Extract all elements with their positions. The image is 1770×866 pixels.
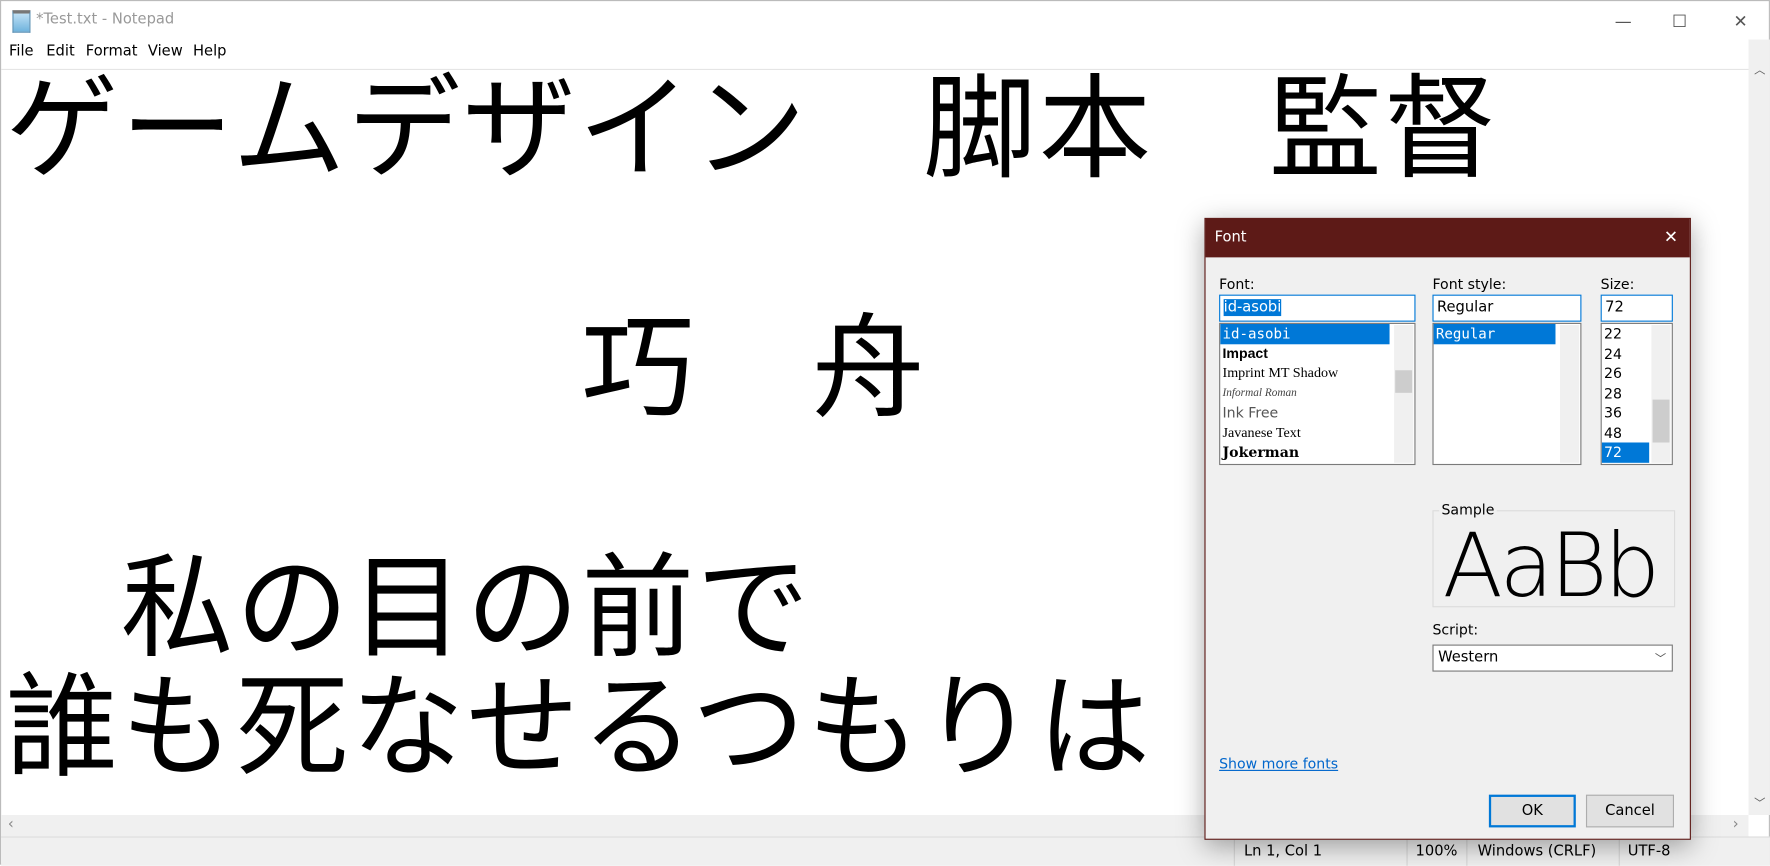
status-bar: Ln 1, Col 1 100% Windows (CRLF) UTF-8 (1, 836, 1770, 866)
dialog-title: Font (1214, 229, 1247, 247)
dialog-title-bar: Font ✕ (1205, 218, 1690, 258)
font-option[interactable]: Impact (1220, 344, 1414, 364)
sample-text: AaBb (1442, 515, 1661, 608)
maximize-button[interactable]: ☐ (1654, 8, 1706, 35)
ok-button[interactable]: OK (1488, 794, 1576, 828)
menu-view[interactable]: View (148, 43, 183, 60)
zoom-level: 100% (1415, 843, 1458, 861)
sample-box: AaBb (1432, 510, 1676, 608)
text-line: 私の目の前で (5, 541, 812, 674)
style-option[interactable]: Regular (1433, 323, 1556, 344)
font-style-label: Font style: (1432, 275, 1507, 293)
font-list-scrollbar[interactable] (1394, 325, 1414, 463)
font-option[interactable]: Jokerman (1220, 442, 1414, 462)
text-line: 巧 舟 (5, 302, 927, 435)
font-option[interactable]: id-asobi (1220, 323, 1390, 344)
line-ending: Windows (CRLF) (1477, 843, 1597, 861)
script-select[interactable]: Western ﹀ (1432, 644, 1673, 672)
title-bar: *Test.txt - Notepad — ☐ ✕ (1, 1, 1770, 39)
menu-bar: File Edit Format View Help (1, 41, 1748, 66)
scroll-down-icon[interactable]: ﹀ (1754, 794, 1765, 810)
size-list[interactable]: 22 24 26 28 36 48 72 (1600, 322, 1673, 466)
scroll-right-icon[interactable]: › (1733, 816, 1739, 833)
font-option[interactable]: Javanese Text (1220, 423, 1414, 443)
menu-edit[interactable]: Edit (46, 43, 74, 60)
size-option[interactable]: 72 (1601, 442, 1650, 463)
font-option[interactable]: Informal Roman (1220, 383, 1414, 403)
size-list-scrollbar[interactable] (1651, 325, 1671, 463)
font-input[interactable]: id-asobi (1219, 294, 1416, 322)
font-label: Font: (1219, 275, 1255, 293)
notepad-icon (12, 10, 31, 33)
show-more-fonts-link[interactable]: Show more fonts (1219, 755, 1338, 772)
font-dialog: Font ✕ Font: id-asobi id-asobi Impact Im… (1204, 217, 1691, 840)
cursor-position: Ln 1, Col 1 (1243, 843, 1323, 861)
text-line: 誰も死なせるつもりは (5, 661, 1153, 794)
font-input-value: id-asobi (1223, 299, 1282, 317)
menu-help[interactable]: Help (193, 43, 226, 60)
text-line: ゲームデザイン 脚本 監督 (5, 68, 1500, 196)
scroll-up-icon[interactable]: ︿ (1754, 60, 1765, 76)
encoding: UTF-8 (1627, 843, 1671, 861)
window-title: *Test.txt - Notepad (36, 11, 175, 29)
scroll-left-icon[interactable]: ‹ (8, 816, 14, 833)
sample-label: Sample (1439, 501, 1497, 519)
size-label: Size: (1600, 275, 1635, 293)
style-list-scrollbar[interactable] (1560, 325, 1580, 463)
vertical-scrollbar[interactable]: ︿ ﹀ (1748, 39, 1770, 815)
script-label: Script: (1432, 620, 1479, 638)
script-value: Western (1438, 649, 1499, 666)
font-style-list[interactable]: Regular (1432, 322, 1582, 466)
notepad-window: *Test.txt - Notepad — ☐ ✕ File Edit Form… (0, 0, 1770, 866)
menu-format[interactable]: Format (86, 43, 138, 60)
font-option[interactable]: Ink Free (1220, 403, 1414, 423)
dialog-close-button[interactable]: ✕ (1664, 227, 1678, 247)
close-button[interactable]: ✕ (1715, 8, 1767, 35)
font-style-input[interactable]: Regular (1432, 294, 1582, 322)
minimize-button[interactable]: — (1597, 8, 1649, 35)
font-list[interactable]: id-asobi Impact Imprint MT Shadow Inform… (1219, 322, 1416, 466)
size-input[interactable]: 72 (1600, 294, 1673, 322)
cancel-button[interactable]: Cancel (1585, 794, 1675, 828)
chevron-down-icon: ﹀ (1654, 653, 1667, 666)
font-option[interactable]: Imprint MT Shadow (1220, 363, 1414, 383)
menu-file[interactable]: File (9, 43, 34, 60)
